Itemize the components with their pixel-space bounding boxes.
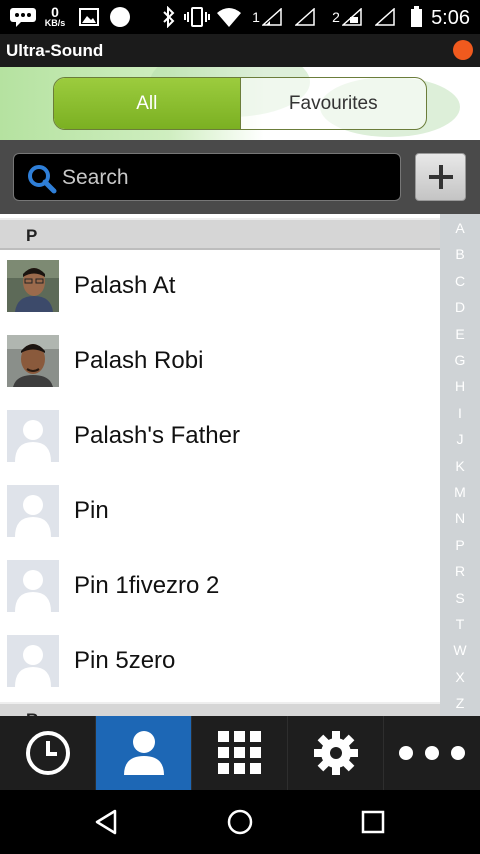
recents-button[interactable] [353, 802, 393, 842]
bluetooth-icon [160, 6, 178, 28]
dialpad-icon [217, 731, 261, 774]
avatar [7, 260, 59, 312]
clock-time: 5:06 [431, 7, 470, 29]
alphabet-index-bar[interactable]: ABCDEGHIJKMNPRSTWXZ [440, 214, 480, 716]
signal-icon [294, 6, 316, 28]
contact-name: Palash Robi [74, 347, 204, 374]
status-bar: 0 KB/s 1 2 5:06 [0, 0, 480, 34]
battery-icon [408, 6, 424, 28]
contact-name: Palash's Father [74, 422, 240, 449]
index-letter[interactable]: S [440, 590, 480, 606]
index-letter[interactable]: N [440, 510, 480, 526]
more-icon [399, 746, 465, 760]
index-letter[interactable]: R [440, 563, 480, 579]
index-letter[interactable]: J [440, 431, 480, 447]
home-button[interactable] [220, 802, 260, 842]
index-letter[interactable]: P [440, 537, 480, 553]
contact-row[interactable]: Pin 1fivezro 2 [0, 550, 440, 625]
nav-contacts[interactable] [96, 716, 192, 790]
app-title: Ultra-Sound [6, 41, 104, 60]
tab-favourites[interactable]: Favourites [241, 78, 427, 129]
app-title-bar: Ultra-Sound [0, 34, 480, 67]
vibrate-icon [184, 6, 210, 28]
system-nav-bar [0, 790, 480, 854]
index-letter[interactable]: E [440, 326, 480, 342]
bottom-nav [0, 716, 480, 790]
nav-more[interactable] [384, 716, 480, 790]
index-letter[interactable]: X [440, 669, 480, 685]
avatar-placeholder [7, 560, 59, 612]
avatar-placeholder [7, 635, 59, 687]
plus-icon [428, 165, 453, 189]
index-letter[interactable]: I [440, 405, 480, 421]
nav-dialpad[interactable] [192, 716, 288, 790]
index-letter[interactable]: B [440, 246, 480, 262]
search-row [0, 140, 480, 214]
contact-row[interactable]: Palash At [0, 250, 440, 325]
index-letter[interactable]: C [440, 273, 480, 289]
tab-switcher: All Favourites [53, 77, 427, 130]
index-letter[interactable]: Z [440, 695, 480, 711]
overview-icon [361, 810, 385, 834]
search-box[interactable] [13, 153, 401, 202]
section-header: P [0, 218, 440, 250]
contact-row[interactable]: Pin 5zero [0, 625, 440, 700]
index-letter[interactable]: T [440, 616, 480, 632]
search-icon [28, 165, 57, 194]
signal-icon [374, 6, 396, 28]
add-contact-button[interactable] [415, 153, 466, 201]
contact-name: Pin 5zero [74, 647, 176, 674]
message-icon [8, 6, 38, 28]
wifi-icon [216, 6, 242, 28]
nav-settings[interactable] [288, 716, 384, 790]
index-letter[interactable]: D [440, 299, 480, 315]
back-button[interactable] [86, 802, 126, 842]
tabs-banner: All Favourites [0, 67, 480, 140]
tab-all[interactable]: All [54, 78, 241, 129]
record-indicator[interactable] [453, 40, 473, 60]
back-icon [95, 809, 117, 835]
index-letter[interactable]: G [440, 352, 480, 368]
contact-name: Pin 1fivezro 2 [74, 572, 220, 599]
contact-list: P Palash At Palash Robi Palash's Father … [0, 214, 480, 716]
index-letter[interactable]: K [440, 458, 480, 474]
contact-name: Pin [74, 497, 109, 524]
contact-name: Palash At [74, 272, 176, 299]
avatar-placeholder [7, 485, 59, 537]
index-letter[interactable]: H [440, 378, 480, 394]
circle-icon [108, 6, 132, 28]
nav-recents[interactable] [0, 716, 96, 790]
index-letter[interactable]: W [440, 642, 480, 658]
contact-row[interactable]: Palash's Father [0, 400, 440, 475]
index-letter[interactable]: M [440, 484, 480, 500]
gear-icon [313, 731, 358, 775]
home-icon [227, 809, 253, 835]
avatar [7, 335, 59, 387]
contact-row[interactable]: Palash Robi [0, 325, 440, 400]
section-letter: P [26, 226, 38, 245]
contacts-icon [123, 731, 164, 775]
index-letter[interactable]: A [440, 220, 480, 236]
network-speed: 0 KB/s [44, 4, 66, 28]
clock-icon [25, 731, 70, 775]
sim2-signal-icon: 2 [330, 6, 364, 28]
contact-row[interactable]: Pin [0, 475, 440, 550]
sim1-signal-icon: 1 [250, 6, 284, 28]
section-header: R [0, 702, 440, 716]
image-icon [78, 6, 100, 28]
search-input[interactable] [60, 154, 394, 202]
avatar-placeholder [7, 410, 59, 462]
